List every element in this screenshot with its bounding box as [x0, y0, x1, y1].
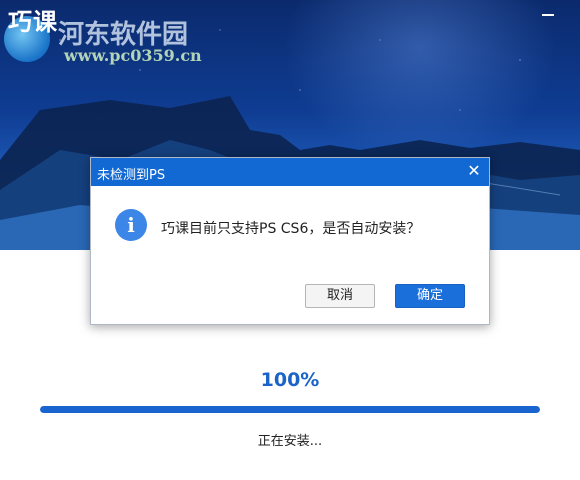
progress-bar	[40, 406, 540, 413]
dialog-titlebar: 未检测到PS ✕	[91, 158, 489, 186]
confirm-button[interactable]: 确定	[395, 284, 465, 308]
watermark-url: www.pc0359.cn	[64, 46, 202, 65]
alert-dialog: 未检测到PS ✕ i 巧课目前只支持PS CS6，是否自动安装？ 取消 确定	[90, 157, 490, 325]
progress-fill	[40, 406, 540, 413]
info-icon: i	[115, 209, 147, 241]
app-title: 巧课	[8, 8, 58, 36]
minimize-button[interactable]	[542, 14, 554, 16]
install-status: 正在安装...	[257, 434, 323, 449]
cancel-button[interactable]: 取消	[305, 284, 375, 308]
close-icon[interactable]: ✕	[465, 162, 483, 180]
dialog-message: 巧课目前只支持PS CS6，是否自动安装？	[161, 221, 421, 237]
progress-percent: 100%	[260, 369, 320, 391]
dialog-title: 未检测到PS	[97, 168, 166, 183]
